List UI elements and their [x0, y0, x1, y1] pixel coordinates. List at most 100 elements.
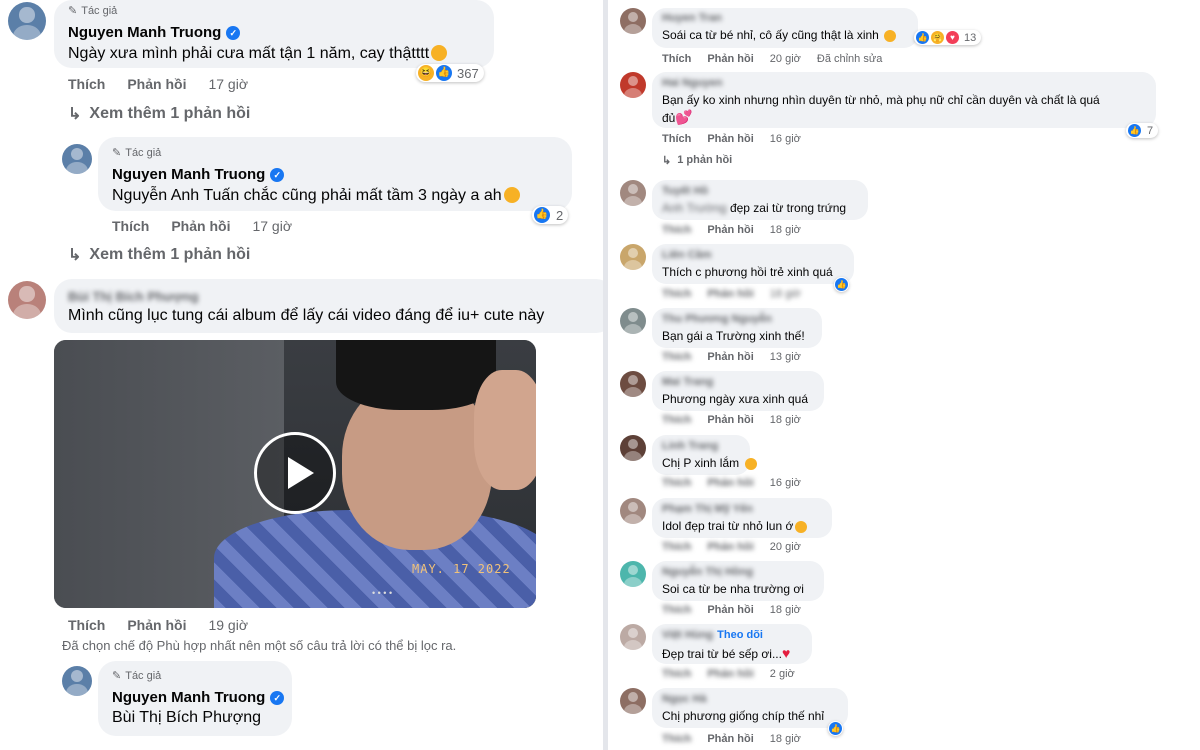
reply-button[interactable]: Phản hồi — [171, 218, 230, 234]
timestamp[interactable]: 17 giờ — [252, 218, 292, 234]
reply-button[interactable]: Phản hồi — [127, 76, 186, 92]
comment-text: Nguyễn Anh Tuấn chắc cũng phải mất tầm 3… — [112, 187, 520, 205]
timestamp[interactable]: 18 giờ — [770, 224, 801, 236]
reply-button[interactable]: Phản hồi — [707, 133, 753, 145]
timestamp[interactable]: 18 giờ — [770, 288, 801, 300]
like-button[interactable]: Thích — [662, 604, 691, 616]
timestamp[interactable]: 19 giờ — [208, 617, 248, 633]
like-button[interactable]: Thích — [662, 133, 691, 145]
commenter-name[interactable]: Nguyen Manh Truong ✓ — [112, 689, 285, 706]
avatar[interactable] — [8, 281, 46, 319]
timestamp[interactable]: 13 giờ — [770, 351, 801, 363]
avatar[interactable] — [620, 688, 646, 714]
avatar[interactable] — [62, 666, 92, 696]
reaction-summary[interactable]: 👍 2 — [532, 206, 569, 224]
reaction-summary[interactable]: 👍 7 — [1126, 123, 1159, 138]
commenter-name[interactable]: Nguyen Manh Truong ✓ — [68, 24, 241, 41]
avatar[interactable] — [620, 498, 646, 524]
reply-button[interactable]: Phản hồi — [707, 477, 753, 489]
reply-button[interactable]: Phản hồi — [707, 414, 753, 426]
like-button[interactable]: Thích — [662, 288, 691, 300]
reaction-summary[interactable]: 👍 🤗 ♥ 13 — [914, 30, 982, 45]
reaction-summary[interactable]: 👍 — [834, 277, 849, 292]
commenter-name[interactable]: Nguyễn Thị Hồng — [662, 566, 753, 578]
like-button[interactable]: Thích — [662, 733, 691, 745]
view-more-replies[interactable]: ↳ Xem thêm 1 phản hồi — [68, 104, 250, 124]
comment-actions: Thích Phản hồi 18 giờ — [662, 414, 801, 426]
like-button[interactable]: Thích — [662, 668, 691, 680]
reply-button[interactable]: Phản hồi — [707, 53, 753, 65]
view-more-replies[interactable]: ↳ Xem thêm 1 phản hồi — [68, 245, 250, 265]
avatar[interactable] — [620, 180, 646, 206]
reply-button[interactable]: Phản hồi — [707, 733, 753, 745]
commenter-name[interactable]: Thu Phương Nguyễn — [662, 313, 772, 325]
comment-text-body: chắc cũng phải mất tầm 3 ngày a ah — [243, 187, 502, 204]
avatar[interactable] — [620, 308, 646, 334]
timestamp[interactable]: 17 giờ — [208, 76, 248, 92]
reply-button[interactable]: Phản hồi — [127, 617, 186, 633]
avatar[interactable] — [620, 8, 646, 34]
avatar[interactable] — [8, 2, 46, 40]
commenter-name[interactable]: Liên Cầm — [662, 249, 712, 261]
commenter-name[interactable]: Tuyết Hồ — [662, 185, 708, 197]
pencil-icon: ✎ — [68, 5, 78, 17]
video-player[interactable]: MAY. 17 2022 • • • • — [54, 340, 536, 608]
commenter-name[interactable]: Bùi Thị Bích Phượng — [68, 289, 199, 304]
timestamp[interactable]: 18 giờ — [770, 733, 801, 745]
commenter-name[interactable]: Linh Trang — [662, 440, 718, 452]
comment-text: Mình cũng lục tung cái album để lấy cái … — [68, 307, 545, 324]
like-button[interactable]: Thích — [68, 76, 105, 92]
reply-button[interactable]: Phản hồi — [707, 668, 753, 680]
commenter-name[interactable]: Huyen Tran — [662, 12, 722, 24]
like-button[interactable]: Thích — [68, 617, 105, 633]
avatar[interactable] — [620, 72, 646, 98]
mention-link[interactable]: Nguyễn Anh Tuấn — [112, 187, 239, 204]
commenter-name-label: Việt Hùng — [662, 629, 714, 641]
like-button[interactable]: Thích — [662, 224, 691, 236]
timestamp[interactable]: 16 giờ — [770, 477, 801, 489]
reaction-summary[interactable]: 😆 👍 367 — [416, 64, 484, 82]
like-reaction-icon: 👍 — [436, 65, 452, 81]
commenter-name-label: Nguyen Manh Truong — [112, 166, 266, 183]
like-button[interactable]: Thích — [662, 477, 691, 489]
like-button[interactable]: Thích — [662, 414, 691, 426]
like-button[interactable]: Thích — [662, 351, 691, 363]
follow-button[interactable]: Theo dõi — [717, 629, 763, 641]
reply-button[interactable]: Phản hồi — [707, 604, 753, 616]
comment-actions: Thích Phản hồi 18 giờ — [662, 224, 801, 236]
avatar[interactable] — [620, 561, 646, 587]
commenter-name[interactable]: Nguyen Manh Truong ✓ — [112, 166, 285, 183]
play-icon[interactable] — [254, 432, 336, 514]
like-button[interactable]: Thích — [112, 218, 149, 234]
reply-button[interactable]: Phản hồi — [707, 541, 753, 553]
view-replies[interactable]: ↳ 1 phản hồi — [662, 154, 732, 167]
reply-button[interactable]: Phản hồi — [707, 288, 753, 300]
mention-link[interactable]: Bùi Thị Bích Phượng — [112, 709, 261, 726]
timestamp[interactable]: 18 giờ — [770, 604, 801, 616]
timestamp[interactable]: 18 giờ — [770, 414, 801, 426]
commenter-name[interactable]: Mai Trang — [662, 376, 713, 388]
reply-button[interactable]: Phản hồi — [707, 224, 753, 236]
timestamp[interactable]: 16 giờ — [770, 133, 801, 145]
comment-text: Ngày xưa mình phải cưa mất tận 1 năm, ca… — [68, 45, 448, 63]
avatar[interactable] — [620, 435, 646, 461]
reply-button[interactable]: Phản hồi — [707, 351, 753, 363]
avatar[interactable] — [62, 144, 92, 174]
commenter-name[interactable]: Hai Nguyen — [662, 77, 723, 89]
reaction-count: 7 — [1147, 124, 1154, 137]
reaction-summary[interactable]: 👍 — [828, 721, 843, 736]
timestamp[interactable]: 2 giờ — [770, 668, 795, 680]
commenter-name[interactable]: Phạm Thị Mỹ Yến — [662, 503, 753, 515]
commenter-name-label: Bùi Thị Bích Phượng — [68, 289, 199, 304]
like-button[interactable]: Thích — [662, 53, 691, 65]
mention-link[interactable]: Anh Trường — [662, 201, 727, 215]
avatar[interactable] — [620, 244, 646, 270]
like-button[interactable]: Thích — [662, 541, 691, 553]
commenter-name[interactable]: Ngọc Hà — [662, 693, 707, 705]
comment-actions: Thích Phản hồi 17 giờ — [112, 218, 292, 234]
avatar[interactable] — [620, 371, 646, 397]
commenter-name[interactable]: Việt Hùng Theo dõi — [662, 629, 763, 641]
timestamp[interactable]: 20 giờ — [770, 53, 801, 65]
timestamp[interactable]: 20 giờ — [770, 541, 801, 553]
avatar[interactable] — [620, 624, 646, 650]
